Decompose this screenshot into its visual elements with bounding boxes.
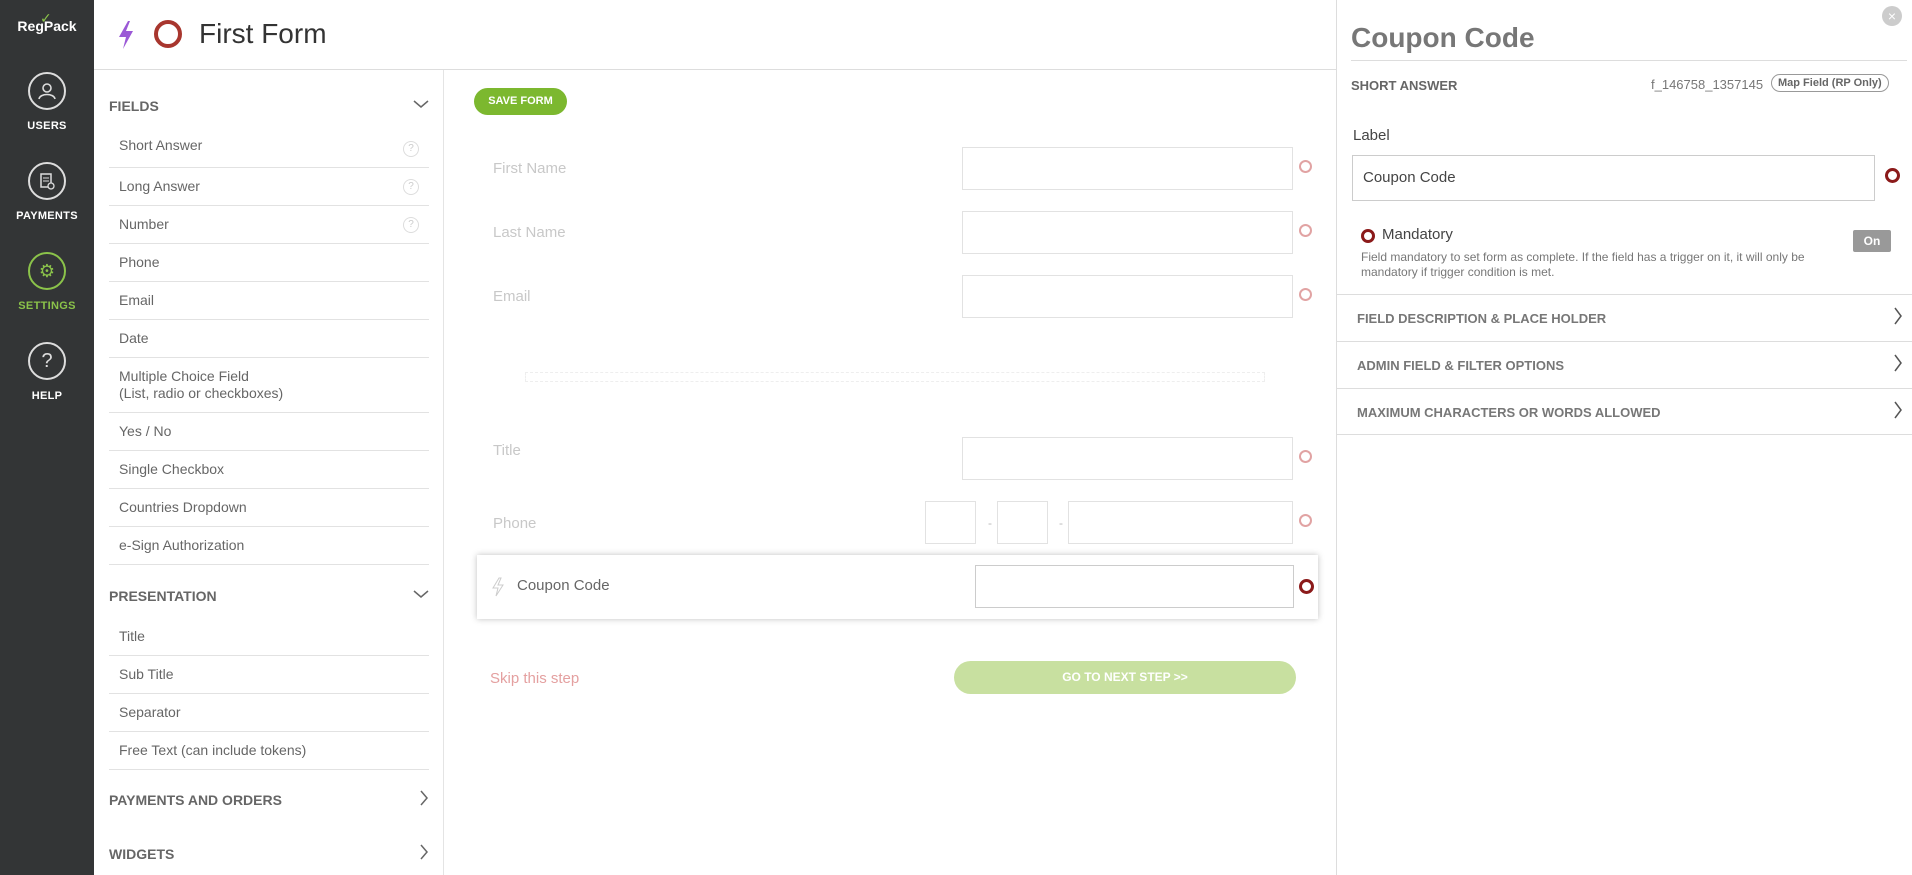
field-type-phone[interactable]: Phone (109, 244, 429, 282)
form-canvas: SAVE FORM First Name Last Name Email Tit… (445, 70, 1336, 875)
required-indicator-icon[interactable] (1885, 168, 1900, 183)
field-id: f_146758_1357145 (1651, 77, 1764, 92)
field-type-single-checkbox[interactable]: Single Checkbox (109, 451, 429, 489)
next-step-button[interactable]: GO TO NEXT STEP >> (954, 661, 1296, 694)
presentation-separator[interactable]: Separator (109, 694, 429, 732)
email-input[interactable] (962, 275, 1293, 318)
accordion-field-description[interactable]: FIELD DESCRIPTION & PLACE HOLDER (1337, 294, 1912, 341)
fields-panel: FIELDS Short Answer ? Long Answer ? Numb… (94, 70, 444, 875)
coupon-code-label: Coupon Code (517, 577, 610, 594)
nav-help[interactable]: ? HELP (0, 342, 94, 402)
app: ✓ RegPack USERS PAYMENTS ⚙ SETTINGS ? HE… (0, 0, 1912, 875)
field-type-number[interactable]: Number ? (109, 206, 429, 244)
mandatory-indicator-icon (1361, 229, 1375, 243)
save-form-button[interactable]: SAVE FORM (474, 88, 567, 115)
accordion-max-characters[interactable]: MAXIMUM CHARACTERS OR WORDS ALLOWED (1337, 388, 1912, 435)
panel-title: Coupon Code (1351, 22, 1535, 53)
required-indicator-icon[interactable] (1299, 288, 1312, 301)
field-type-long-answer[interactable]: Long Answer ? (109, 168, 429, 206)
first-name-label: First Name (493, 160, 567, 177)
coupon-code-row-selected[interactable]: Coupon Code (477, 555, 1318, 619)
chevron-right-icon (1893, 353, 1903, 378)
label-caption: Label (1353, 127, 1390, 144)
divider (1351, 60, 1907, 61)
accordion-admin-field[interactable]: ADMIN FIELD & FILTER OPTIONS (1337, 341, 1912, 388)
nav-payments[interactable]: PAYMENTS (0, 162, 94, 222)
coupon-code-input[interactable] (975, 565, 1294, 608)
mandatory-label: Mandatory (1382, 226, 1453, 243)
nav-settings[interactable]: ⚙ SETTINGS (0, 252, 94, 312)
presentation-title[interactable]: Title (109, 618, 429, 656)
field-type-esign[interactable]: e-Sign Authorization (109, 527, 429, 565)
last-name-input[interactable] (962, 211, 1293, 254)
skip-step-link[interactable]: Skip this step (490, 670, 579, 687)
help-icon[interactable]: ? (403, 178, 419, 195)
separator-element[interactable] (525, 372, 1265, 382)
help-icon[interactable]: ? (403, 140, 419, 157)
field-settings-panel: × Coupon Code SHORT ANSWER f_146758_1357… (1336, 0, 1912, 875)
mandatory-description: Field mandatory to set form as complete.… (1361, 250, 1805, 279)
lightning-icon[interactable] (491, 577, 505, 597)
fields-section-header[interactable]: FIELDS (109, 98, 429, 114)
email-label: Email (493, 288, 531, 305)
phone-label: Phone (493, 515, 537, 532)
title-label: Title (493, 442, 521, 459)
chevron-right-icon (1893, 306, 1903, 331)
phone-area-input[interactable] (925, 501, 976, 544)
close-icon[interactable]: × (1882, 6, 1902, 26)
required-indicator-icon[interactable] (1299, 514, 1312, 527)
help-icon[interactable]: ? (403, 216, 419, 233)
payments-icon (28, 162, 66, 200)
label-input[interactable]: Coupon Code (1352, 155, 1875, 201)
required-indicator-icon[interactable] (1299, 224, 1312, 237)
gear-icon: ⚙ (28, 252, 66, 290)
chevron-right-icon (419, 790, 429, 811)
required-indicator-icon[interactable] (1299, 450, 1312, 463)
field-type-short-answer[interactable]: Short Answer ? (109, 130, 429, 168)
logo[interactable]: ✓ RegPack (0, 10, 94, 34)
chevron-right-icon (1893, 400, 1903, 425)
main-nav: ✓ RegPack USERS PAYMENTS ⚙ SETTINGS ? HE… (0, 0, 94, 875)
form-header: First Form (94, 0, 1336, 70)
required-indicator-icon[interactable] (1299, 160, 1312, 173)
mandatory-toggle[interactable]: On (1853, 230, 1891, 252)
presentation-section-header[interactable]: PRESENTATION (109, 588, 429, 604)
presentation-subtitle[interactable]: Sub Title (109, 656, 429, 694)
field-type-yes-no[interactable]: Yes / No (109, 413, 429, 451)
nav-users[interactable]: USERS (0, 72, 94, 132)
presentation-free-text[interactable]: Free Text (can include tokens) (109, 732, 429, 770)
chevron-down-icon (413, 586, 429, 604)
payments-section-header[interactable]: PAYMENTS AND ORDERS (109, 790, 429, 811)
help-icon: ? (28, 342, 66, 380)
map-field-button[interactable]: Map Field (RP Only) (1771, 74, 1889, 92)
status-ring-icon (154, 20, 182, 48)
title-input[interactable] (962, 437, 1293, 480)
chevron-down-icon (413, 96, 429, 114)
phone-prefix-input[interactable] (997, 501, 1048, 544)
chevron-right-icon (419, 844, 429, 865)
required-indicator-icon[interactable] (1299, 579, 1314, 594)
phone-line-input[interactable] (1068, 501, 1293, 544)
first-name-input[interactable] (962, 147, 1293, 190)
field-type-label: SHORT ANSWER (1351, 78, 1458, 93)
lightning-icon[interactable] (116, 20, 136, 50)
field-type-email[interactable]: Email (109, 282, 429, 320)
field-type-date[interactable]: Date (109, 320, 429, 358)
widgets-section-header[interactable]: WIDGETS (109, 844, 429, 865)
check-icon: ✓ (40, 10, 52, 26)
field-type-countries-dropdown[interactable]: Countries Dropdown (109, 489, 429, 527)
last-name-label: Last Name (493, 224, 566, 241)
user-icon (28, 72, 66, 110)
form-title: First Form (199, 18, 327, 49)
field-type-multiple-choice[interactable]: Multiple Choice Field (List, radio or ch… (109, 358, 429, 413)
